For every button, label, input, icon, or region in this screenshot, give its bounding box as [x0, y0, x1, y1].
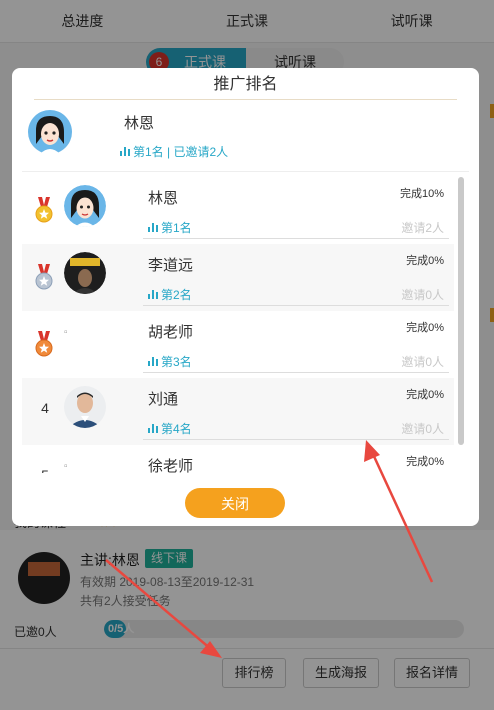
ranking-position-text: 第1名	[161, 221, 192, 235]
gold-medal-icon	[35, 197, 53, 223]
close-button[interactable]: 关闭	[185, 488, 285, 518]
ranking-position-text: 第3名	[161, 355, 192, 369]
completion-rate: 完成10%	[399, 188, 444, 200]
avatar-placeholder: ▫	[64, 327, 68, 338]
modal-title: 推广排名	[213, 76, 278, 93]
my-name: 林恩	[124, 115, 155, 132]
ranking-position: 第2名	[148, 286, 192, 303]
ranking-row: 李道远 完成0% 第2名 邀请0人	[22, 244, 454, 311]
my-rank-stat-text: 第1名 | 已邀请2人	[133, 145, 229, 159]
my-avatar	[28, 110, 72, 154]
bar-chart-icon	[120, 147, 130, 156]
bar-chart-icon	[148, 357, 158, 366]
rank-number: 5	[38, 467, 52, 473]
ranking-name: 李道远	[148, 257, 194, 274]
ranking-list[interactable]: 林恩 完成10% 第1名 邀请2人 李道远 完成0% 第2名 邀请0人 ▫ 胡老师	[22, 177, 469, 473]
ranking-name: 胡老师	[148, 324, 194, 341]
bar-chart-icon	[148, 424, 158, 433]
ranking-row: 4 刘通 完成0% 第4名 邀请0人	[22, 378, 454, 445]
promotion-ranking-modal: 推广排名 林恩 第1名 | 已邀请2人 林恩 完成10% 第1名 邀请2人 李道…	[12, 68, 479, 526]
row-divider	[143, 439, 449, 440]
ranking-row: 5▫徐老师 完成0% 第5名 邀请0人	[22, 445, 454, 473]
completion-rate: 完成0%	[406, 389, 444, 401]
ranking-position-text: 第4名	[161, 422, 192, 436]
invite-count: 邀请0人	[401, 288, 444, 302]
ranking-name: 徐老师	[148, 458, 194, 473]
invite-count: 邀请2人	[401, 221, 444, 235]
ranking-position-text: 第2名	[161, 288, 192, 302]
completion-rate: 完成0%	[406, 456, 444, 468]
user-avatar	[64, 386, 106, 428]
ranking-row: ▫ 胡老师 完成0% 第3名 邀请0人	[22, 311, 454, 378]
row-divider	[143, 238, 449, 239]
title-divider	[34, 99, 457, 100]
bronze-medal-icon	[35, 331, 53, 357]
row-divider	[143, 372, 449, 373]
ranking-row: 林恩 完成10% 第1名 邀请2人	[22, 177, 454, 244]
completion-rate: 完成0%	[406, 255, 444, 267]
silver-medal-icon	[35, 264, 53, 290]
ranking-position: 第1名	[148, 219, 192, 236]
bar-chart-icon	[148, 290, 158, 299]
invite-count: 邀请0人	[401, 422, 444, 436]
user-avatar	[64, 252, 106, 294]
user-avatar	[64, 185, 106, 227]
ranking-name: 刘通	[148, 391, 179, 408]
bar-chart-icon	[148, 223, 158, 232]
divider	[22, 171, 469, 172]
avatar-placeholder: ▫	[64, 461, 68, 472]
list-scrollbar[interactable]	[458, 177, 464, 445]
ranking-position: 第3名	[148, 353, 192, 370]
ranking-position: 第4名	[148, 420, 192, 437]
completion-rate: 完成0%	[406, 322, 444, 334]
rank-number: 4	[41, 400, 49, 416]
invite-count: 邀请0人	[401, 355, 444, 369]
ranking-name: 林恩	[148, 190, 179, 207]
row-divider	[143, 305, 449, 306]
my-rank-stat: 第1名 | 已邀请2人	[120, 143, 228, 160]
